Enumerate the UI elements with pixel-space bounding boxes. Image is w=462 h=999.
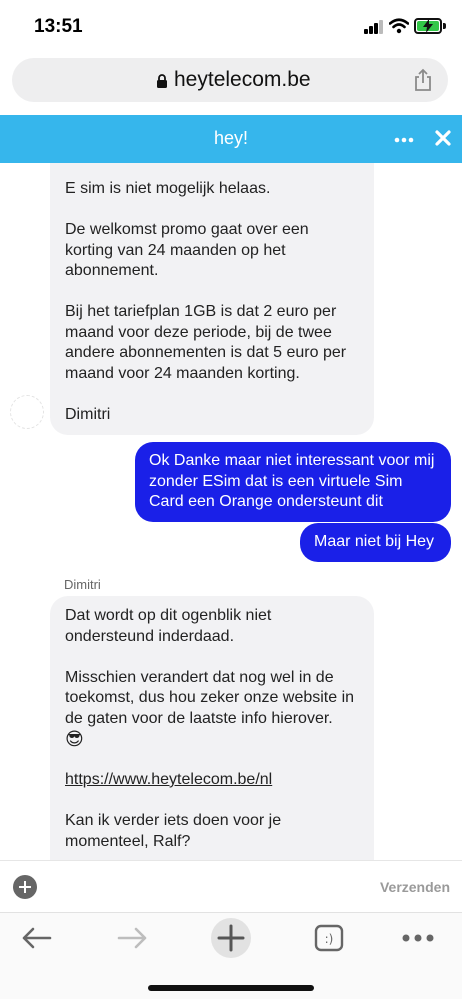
emoji: 😎 — [65, 729, 84, 749]
message-text: De welkomst promo gaat over een korting … — [65, 221, 309, 279]
user-message: Maar niet bij Hey — [300, 523, 451, 562]
wifi-icon — [389, 18, 409, 34]
plus-icon[interactable] — [210, 917, 252, 959]
message-text: Maar niet bij Hey — [314, 533, 435, 550]
add-attachment-icon[interactable] — [13, 875, 37, 899]
user-message: Ok Danke maar niet interessant voor mij … — [135, 442, 451, 522]
url-text[interactable]: heytelecom.be — [174, 68, 311, 92]
more-menu-icon[interactable] — [402, 933, 434, 943]
chat-messages[interactable]: E sim is niet mogelijk helaas. De welkom… — [0, 163, 462, 860]
url-bar[interactable]: heytelecom.be — [12, 58, 448, 102]
message-text: Misschien verandert dat nog wel in de to… — [65, 668, 355, 727]
message-signature: Dimitri — [65, 405, 111, 423]
chat-title: hey! — [213, 128, 249, 148]
chat-header: hey! — [0, 115, 462, 163]
status-time: 13:51 — [34, 16, 83, 37]
avatar — [10, 395, 44, 429]
more-dots-icon[interactable] — [394, 137, 414, 143]
close-icon[interactable] — [434, 129, 452, 147]
agent-message: E sim is niet mogelijk helaas. De welkom… — [50, 163, 374, 435]
send-button[interactable]: Verzenden — [380, 879, 450, 895]
sender-name: Dimitri — [64, 577, 101, 592]
lock-icon — [157, 74, 167, 88]
tabs-icon[interactable]: :) — [314, 924, 344, 952]
back-arrow-icon[interactable] — [20, 926, 52, 950]
forward-arrow-icon[interactable] — [117, 926, 149, 950]
message-text: Dat wordt op dit ogenblik niet ondersteu… — [65, 607, 272, 645]
svg-text::): :) — [325, 932, 334, 946]
agent-message: Dat wordt op dit ogenblik niet ondersteu… — [50, 596, 374, 860]
battery-tip — [443, 23, 446, 29]
home-indicator — [148, 985, 314, 991]
message-text: Bij het tariefplan 1GB is dat 2 euro per… — [65, 303, 347, 382]
message-text: E sim is niet mogelijk helaas. — [65, 180, 271, 197]
battery-charging-icon — [414, 18, 442, 34]
message-text: Kan ik verder iets doen voor je momentee… — [65, 812, 282, 850]
message-text: Ok Danke maar niet interessant voor mij … — [149, 452, 435, 510]
message-composer[interactable]: Verzenden — [0, 860, 462, 912]
status-bar: 13:51 — [0, 0, 462, 54]
cellular-signal-icon — [364, 20, 384, 34]
share-icon[interactable] — [412, 68, 434, 92]
message-link[interactable]: https://www.heytelecom.be/nl — [65, 771, 272, 788]
